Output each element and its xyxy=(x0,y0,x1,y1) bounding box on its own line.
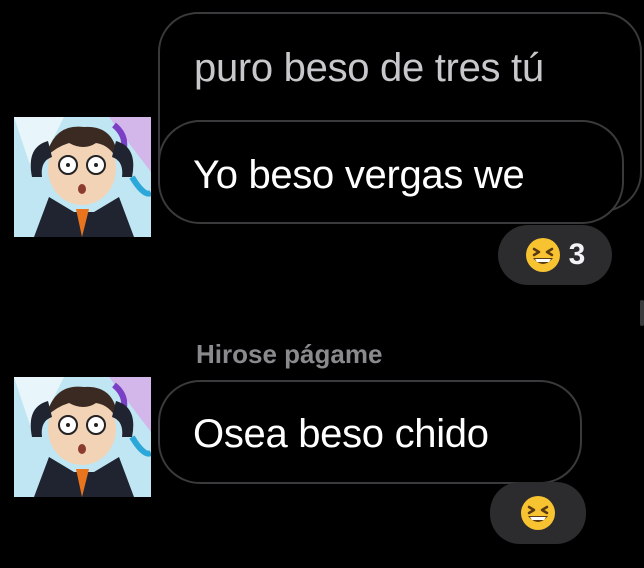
reaction-chip[interactable]: 3 xyxy=(498,225,612,285)
sender-avatar[interactable] xyxy=(14,117,151,237)
sender-name[interactable]: Hirose págame xyxy=(196,339,382,370)
sender-avatar[interactable] xyxy=(14,377,151,497)
grinning-squinting-face-icon xyxy=(525,237,561,273)
quoted-message-text: puro beso de tres tú xyxy=(194,46,544,90)
avatar-image xyxy=(14,377,151,497)
scroll-edge-indicator xyxy=(640,300,644,326)
reaction-chip[interactable] xyxy=(490,482,586,544)
message-text: Osea beso chido xyxy=(193,412,489,456)
grinning-squinting-face-icon xyxy=(520,495,556,531)
message-text: Yo beso vergas we xyxy=(193,153,525,197)
reaction-count: 3 xyxy=(568,238,586,271)
avatar-image xyxy=(14,117,151,237)
